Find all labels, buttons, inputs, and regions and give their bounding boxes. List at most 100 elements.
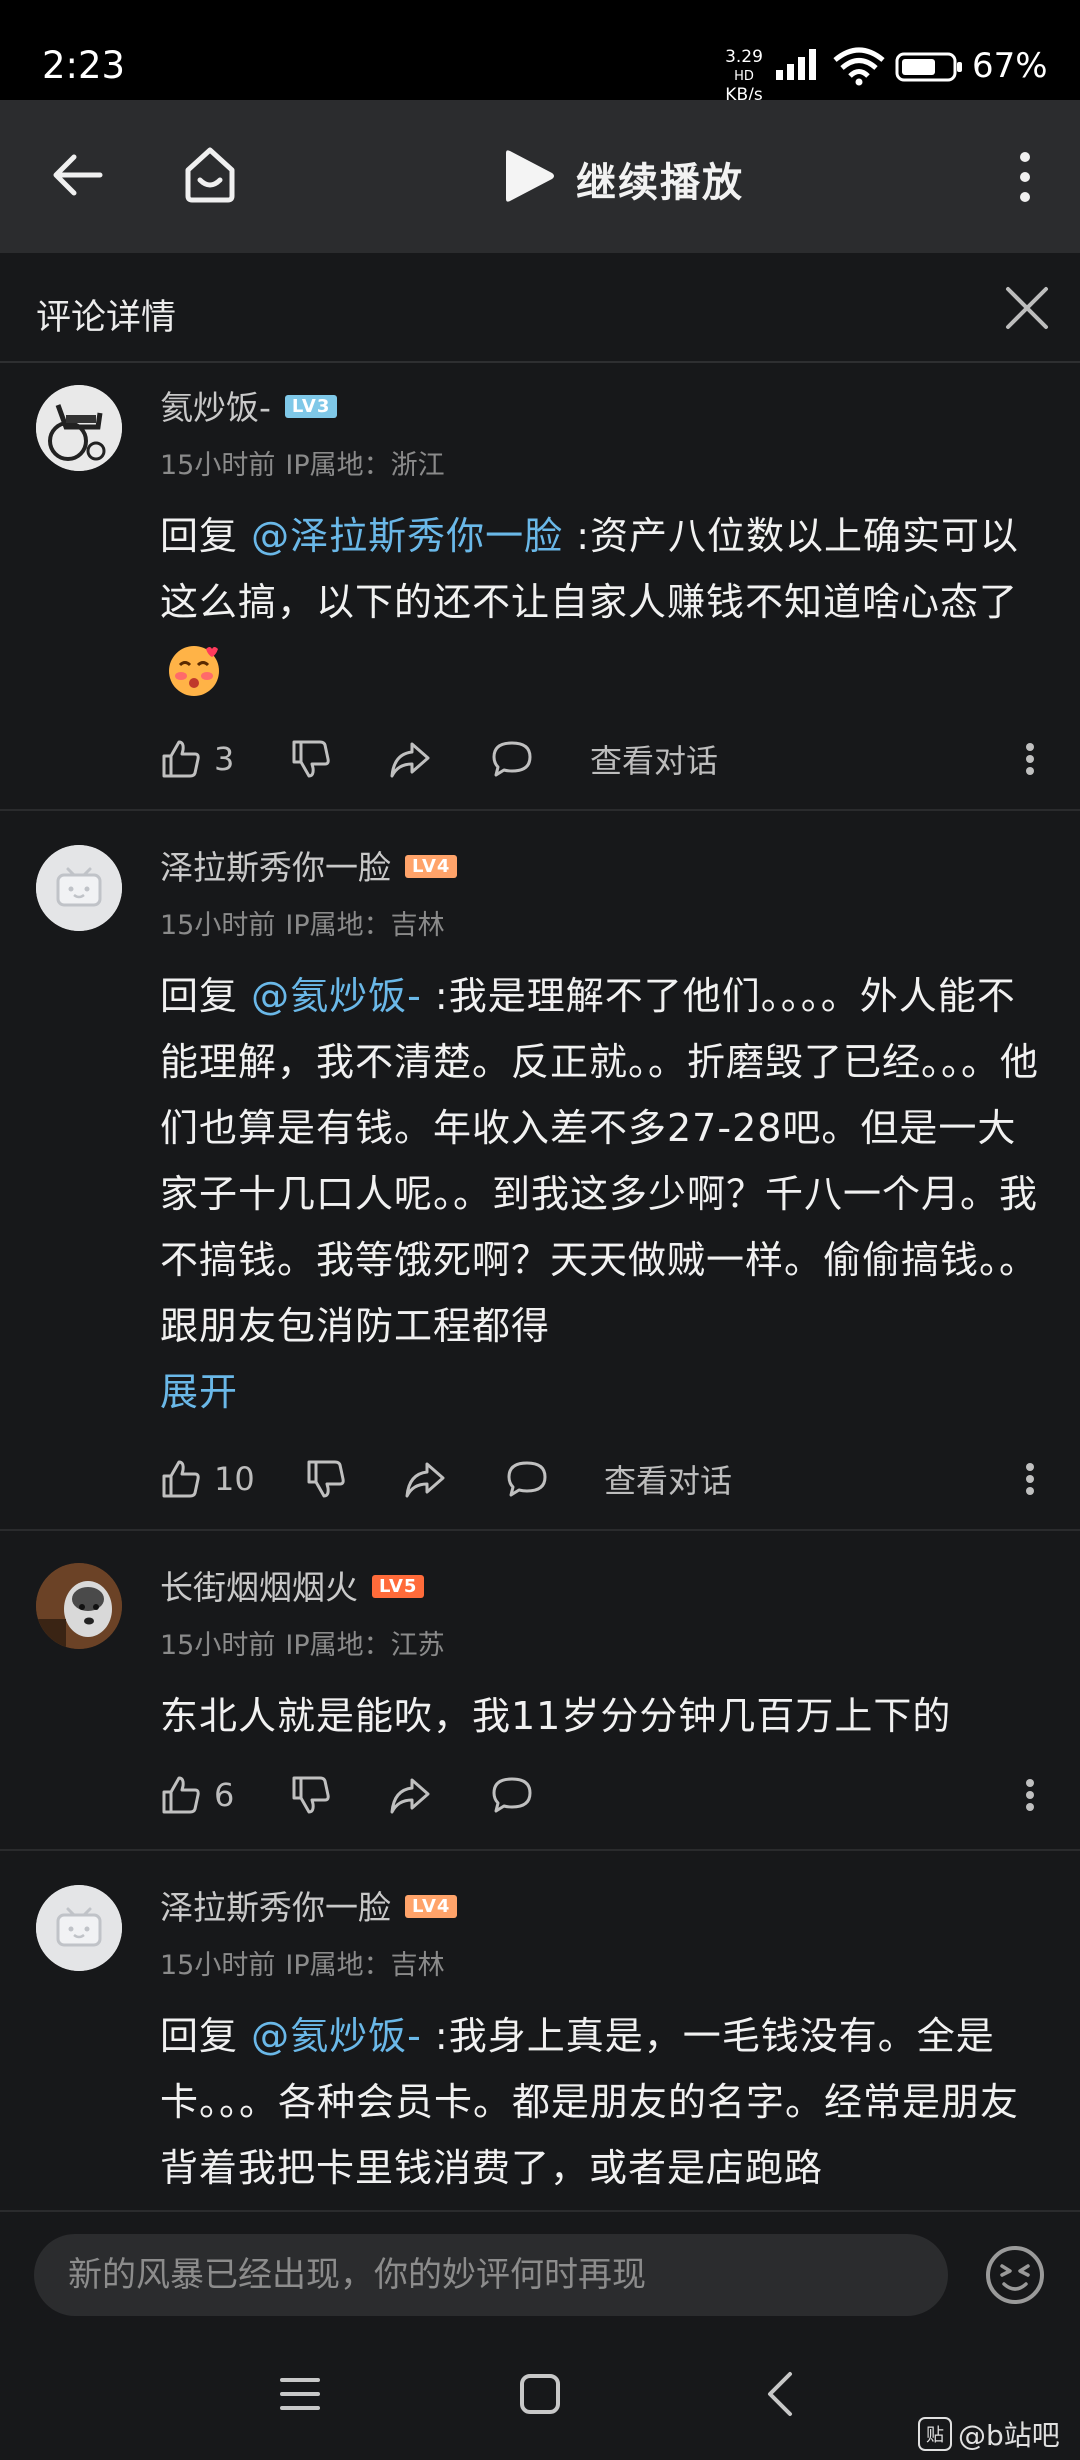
username-text: 氦炒饭-	[160, 388, 271, 427]
comment-item: 泽拉斯秀你一脸 LV4 15小时前 IP属地：吉林 回复 @氦炒饭- :我是理解不了…	[0, 811, 1080, 1531]
default-tv-avatar-image	[36, 1885, 122, 1971]
username[interactable]: 泽拉斯秀你一脸 LV4	[160, 1881, 458, 1929]
level-badge: LV5	[372, 1575, 425, 1598]
username[interactable]: 泽拉斯秀你一脸 LV4	[160, 841, 458, 889]
kiss-face-emoji-icon	[169, 645, 219, 696]
username[interactable]: 氦炒饭- LV3	[160, 381, 338, 429]
level-badge: LV3	[284, 395, 338, 418]
signal-icon	[776, 49, 816, 80]
username[interactable]: 长街烟烟烟火 LV5	[160, 1561, 425, 1609]
ip-location: IP属地：江苏	[285, 1630, 445, 1661]
share-button[interactable]	[403, 1451, 447, 1507]
like-count: 10	[214, 1460, 255, 1498]
panel-title: 评论详情	[36, 298, 177, 338]
mention-link[interactable]: @氦炒饭-	[251, 974, 422, 1018]
thumb-down-icon	[307, 1460, 345, 1498]
comment-time: 15小时前	[160, 910, 276, 941]
reply-button[interactable]	[490, 731, 534, 787]
like-count: 6	[214, 1776, 235, 1814]
reply-prefix: 回复	[160, 974, 252, 1018]
recent-apps-icon[interactable]	[278, 2372, 322, 2416]
net-hd-badge: HD	[734, 69, 754, 84]
comment-meta: 15小时前 IP属地：吉林	[160, 1943, 445, 1982]
like-button[interactable]: 3	[160, 731, 234, 787]
mention-link[interactable]: @泽拉斯秀你一脸	[251, 514, 563, 558]
comment-time: 15小时前	[160, 1950, 276, 1981]
view-conversation-text: 查看对话	[604, 1462, 733, 1500]
reply-button[interactable]	[490, 1767, 534, 1823]
battery-percent: 67%	[972, 46, 1048, 86]
share-button[interactable]	[388, 731, 432, 787]
thumb-down-icon	[292, 740, 330, 778]
net-speed-value: 3.29	[725, 47, 763, 67]
dislike-button[interactable]	[290, 1767, 332, 1823]
avatar[interactable]	[36, 1885, 122, 1971]
more-vertical-icon[interactable]	[1020, 1451, 1040, 1507]
username-text: 泽拉斯秀你一脸	[160, 1888, 391, 1927]
reply-prefix: 回复	[160, 514, 252, 558]
reply-button[interactable]	[505, 1451, 549, 1507]
reply-prefix: 回复	[160, 2014, 252, 2058]
comment-text: 东北人就是能吹，我11岁分分钟几百万上下的	[160, 1683, 1040, 1749]
comment-item: 长街烟烟烟火 LV5 15小时前 IP属地：江苏 东北人就是能吹，我11岁分分钟几百…	[0, 1531, 1080, 1851]
comment-meta: 15小时前 IP属地：江苏	[160, 1623, 445, 1662]
comment-body: :我是理解不了他们。。。。外人能不能理解，我不清楚。反正就。。折磨毁了已经。。。…	[160, 974, 1040, 1348]
comment-text: 回复 @氦炒饭- :我是理解不了他们。。。。外人能不能理解，我不清楚。反正就。。…	[160, 963, 1040, 1425]
thumb-down-icon	[292, 1776, 330, 1814]
view-conversation-link[interactable]: 查看对话	[604, 1451, 732, 1507]
more-vertical-icon[interactable]	[1020, 731, 1040, 787]
avatar[interactable]	[36, 1563, 122, 1649]
comment-body: 东北人就是能吹，我11岁分分钟几百万上下的	[160, 1694, 952, 1738]
emoji-face-icon[interactable]	[984, 2244, 1046, 2306]
thumb-up-icon	[162, 740, 200, 778]
back-arrow-icon[interactable]	[48, 145, 108, 205]
continue-play-title[interactable]: 继续播放	[576, 150, 744, 208]
username-text: 长街烟烟烟火	[160, 1568, 358, 1607]
comment-bubble-icon	[492, 741, 532, 777]
comment-detail-header: 评论详情	[0, 253, 1080, 363]
watermark-badge: 贴	[918, 2417, 952, 2451]
share-icon	[405, 1462, 445, 1498]
more-vertical-icon[interactable]	[1010, 147, 1040, 207]
more-vertical-icon[interactable]	[1020, 1767, 1040, 1823]
comment-time: 15小时前	[160, 1630, 276, 1661]
view-conversation-link[interactable]: 查看对话	[590, 731, 718, 787]
comment-input-bar: 新的风暴已经出现，你的妙评何时再现	[0, 2210, 1080, 2332]
wifi-icon	[833, 47, 885, 86]
dislike-button[interactable]	[290, 731, 332, 787]
share-button[interactable]	[388, 1767, 432, 1823]
comment-actions: 6	[160, 1767, 1040, 1823]
home-icon[interactable]	[178, 142, 242, 206]
close-icon[interactable]	[1004, 285, 1050, 331]
share-icon	[390, 742, 430, 778]
comment-item: 氦炒饭- LV3 15小时前 IP属地：浙江 回复 @泽拉斯秀你一脸 :资产八位数以…	[0, 365, 1080, 811]
mention-link[interactable]: @氦炒饭-	[251, 2014, 422, 2058]
avatar[interactable]	[36, 845, 122, 931]
ip-location: IP属地：吉林	[285, 910, 445, 941]
avatar[interactable]	[36, 385, 122, 471]
dislike-button[interactable]	[305, 1451, 347, 1507]
comment-input[interactable]: 新的风暴已经出现，你的妙评何时再现	[34, 2234, 948, 2316]
expand-link[interactable]: 展开	[160, 1359, 1040, 1425]
comment-text: 回复 @氦炒饭- :我身上真是，一毛钱没有。全是卡。。。各种会员卡。都是朋友的名…	[160, 2003, 1040, 2201]
view-conversation-text: 查看对话	[590, 742, 719, 780]
thumb-up-icon	[162, 1776, 200, 1814]
like-button[interactable]: 10	[160, 1451, 255, 1507]
system-back-icon[interactable]	[758, 2370, 802, 2418]
status-bar: 2:23 3.29 HD KB/s 67%	[0, 0, 1080, 104]
level-badge: LV4	[405, 855, 458, 878]
status-time: 2:23	[42, 44, 126, 87]
level-badge: LV4	[405, 1895, 458, 1918]
ip-location: IP属地：浙江	[285, 450, 445, 481]
comment-bubble-icon	[507, 1461, 547, 1497]
comment-meta: 15小时前 IP属地：吉林	[160, 903, 445, 942]
username-text: 泽拉斯秀你一脸	[160, 848, 391, 887]
wheelchair-avatar-image	[36, 385, 122, 471]
like-button[interactable]: 6	[160, 1767, 234, 1823]
ip-location: IP属地：吉林	[285, 1950, 445, 1981]
comment-actions: 3 查看对话	[160, 731, 1040, 787]
system-home-icon[interactable]	[518, 2372, 562, 2416]
husky-avatar-image	[36, 1563, 122, 1649]
comment-meta: 15小时前 IP属地：浙江	[160, 443, 445, 482]
play-icon[interactable]	[500, 147, 556, 205]
